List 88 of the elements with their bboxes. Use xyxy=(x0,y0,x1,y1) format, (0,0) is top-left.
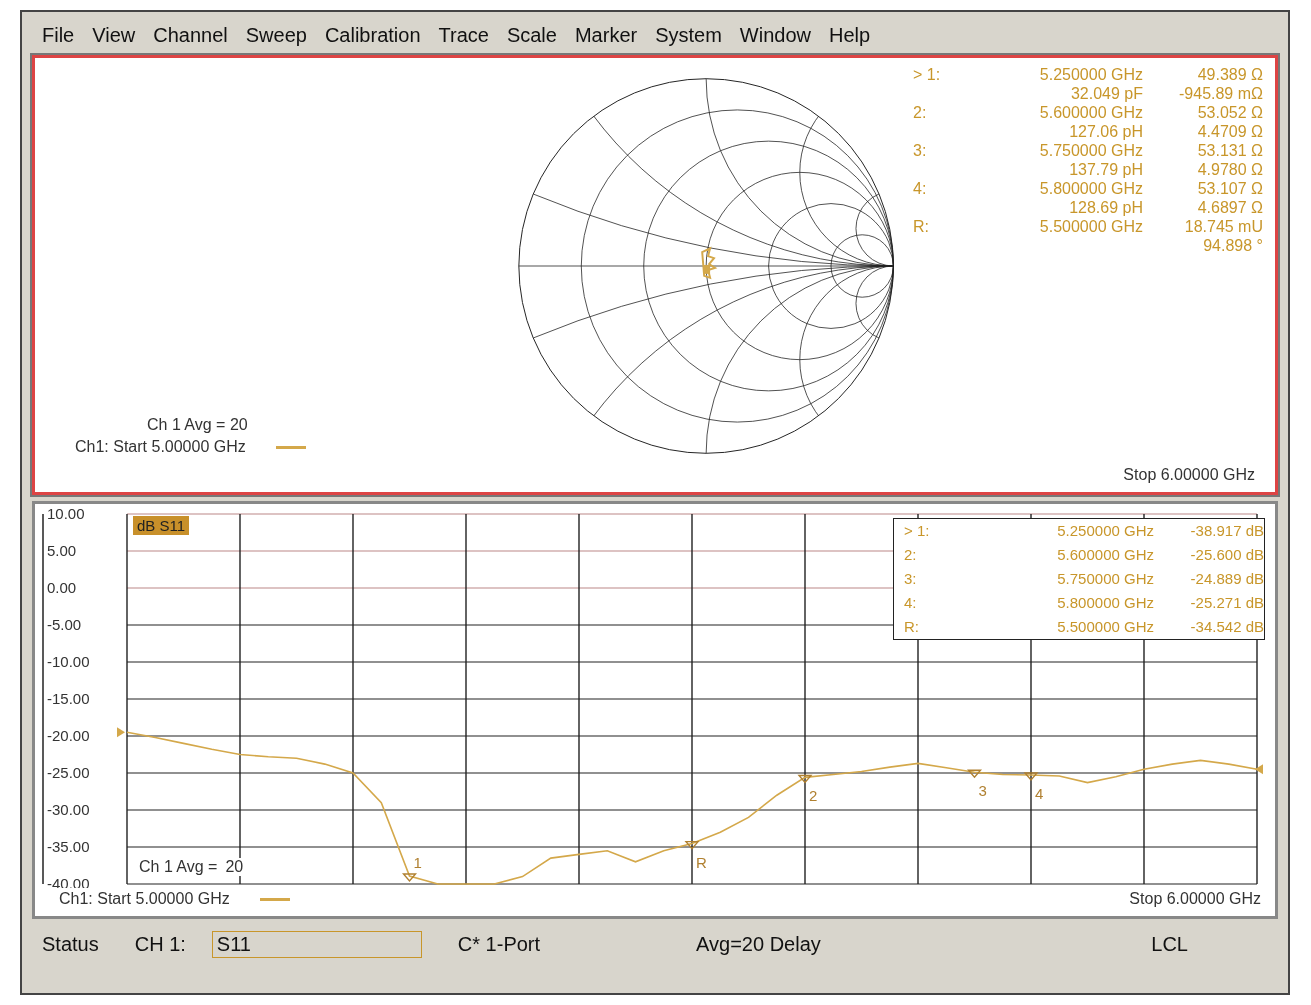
start-frequency: Ch1: Start 5.00000 GHz xyxy=(75,438,246,456)
trace-legend-line xyxy=(259,897,290,901)
marker-value: -945.89 mΩ xyxy=(1178,85,1263,103)
calibration-status: C* 1-Port xyxy=(457,933,541,956)
marker-value: 4.6897 Ω xyxy=(1196,199,1263,217)
marker-frequency: 5.750000 GHz xyxy=(1056,569,1154,589)
marker-reactance: 137.79 pH xyxy=(1068,161,1143,179)
trace-marker-cluster xyxy=(700,246,718,280)
axis-tick-label: -5.00 xyxy=(47,616,82,633)
marker-value: 53.107 Ω xyxy=(1196,180,1263,198)
marker-value: -25.600 dB xyxy=(1189,545,1264,565)
marker-frequency: 5.600000 GHz xyxy=(1038,104,1143,122)
marker-value: 94.898 ° xyxy=(1202,237,1263,255)
point xyxy=(685,840,699,850)
status-label: Status xyxy=(42,933,99,956)
smith-chart-window[interactable] xyxy=(32,55,1278,495)
control-mode: LCL xyxy=(1151,933,1188,956)
channel-label: CH 1: xyxy=(134,933,186,956)
marker-frequency: 5.750000 GHz xyxy=(1038,142,1143,160)
marker-label: 2: xyxy=(912,104,928,122)
marker-value: -38.917 dB xyxy=(1189,521,1264,541)
marker-frequency: 5.800000 GHz xyxy=(1038,180,1143,198)
marker-label: 4: xyxy=(912,180,928,198)
marker-frequency: 5.600000 GHz xyxy=(1056,545,1154,565)
marker-frequency: 5.500000 GHz xyxy=(1056,617,1154,637)
annotation: R xyxy=(696,853,707,871)
reference-arrow-icon xyxy=(1255,764,1263,775)
marker-frequency: 5.800000 GHz xyxy=(1056,593,1154,613)
marker-label: 3: xyxy=(912,142,928,160)
marker-label: > 1: xyxy=(912,66,942,84)
marker-frequency: 5.250000 GHz xyxy=(1056,521,1154,541)
marker-value: -24.889 dB xyxy=(1189,569,1264,589)
marker-label: R: xyxy=(903,617,920,637)
menu-item[interactable]: Calibration xyxy=(318,22,427,49)
menu-item[interactable]: View xyxy=(86,22,142,49)
axis-tick-label: 10.00 xyxy=(47,506,85,522)
average-label: Ch 1 Avg = 20 xyxy=(146,416,249,434)
axis-tick-label: 5.00 xyxy=(47,542,77,559)
marker-reactance: 128.69 pH xyxy=(1068,199,1143,217)
annotation: 1 xyxy=(413,853,422,871)
average-value: 20 xyxy=(225,858,244,876)
menu-item[interactable]: Sweep xyxy=(239,22,313,49)
axis-tick-label: -35.00 xyxy=(47,838,90,855)
log-chart-window[interactable] xyxy=(32,501,1278,919)
marker-reactance: 127.06 pH xyxy=(1068,123,1143,141)
axis-tick-label: -30.00 xyxy=(47,801,90,818)
menu-item[interactable]: Channel xyxy=(147,22,234,49)
reference-arrow-icon xyxy=(117,727,125,738)
start-frequency: Ch1: Start 5.00000 GHz xyxy=(59,890,230,908)
axis-tick-label: -15.00 xyxy=(47,690,90,707)
menu-item[interactable]: System xyxy=(649,22,728,49)
marker-label: 2: xyxy=(903,545,918,565)
marker-label: 3: xyxy=(903,569,918,589)
annotation: 2 xyxy=(809,787,818,805)
marker-label: R: xyxy=(912,218,930,236)
marker-reactance: 32.049 pF xyxy=(1069,85,1143,103)
marker-label: 4: xyxy=(903,593,918,613)
average-label: Ch 1 Avg = xyxy=(139,858,218,876)
axis-tick-label: 0.00 xyxy=(47,579,77,596)
menu-item[interactable]: Marker xyxy=(568,22,644,49)
marker-value: 18.745 mU xyxy=(1183,218,1263,236)
marker-value: 4.9780 Ω xyxy=(1196,161,1263,179)
stop-frequency: Stop 6.00000 GHz xyxy=(1123,466,1255,484)
marker-value: 49.389 Ω xyxy=(1196,66,1263,84)
menu-item[interactable]: File xyxy=(36,22,81,49)
marker-value: -25.271 dB xyxy=(1189,593,1264,613)
marker-frequency: 5.250000 GHz xyxy=(1038,66,1143,84)
point xyxy=(798,774,812,784)
menu-item[interactable]: Trace xyxy=(432,22,495,49)
annotation: 3 xyxy=(978,782,987,800)
menu-item[interactable]: Scale xyxy=(500,22,563,49)
marker-value: 53.052 Ω xyxy=(1196,104,1263,122)
axis-tick-label: -25.00 xyxy=(47,764,90,781)
marker-value: 4.4709 Ω xyxy=(1196,123,1263,141)
marker-value: -34.542 dB xyxy=(1189,617,1264,637)
menu-item[interactable]: Window xyxy=(733,22,817,49)
parameter-field[interactable]: S11 xyxy=(211,931,422,958)
measurement-info: Avg=20 Delay xyxy=(696,933,821,956)
trace-legend-line xyxy=(275,445,306,449)
axis-tick-label: -10.00 xyxy=(47,653,90,670)
trace-tag[interactable]: dB S11 xyxy=(133,516,190,535)
marker-label: > 1: xyxy=(903,521,931,541)
stop-frequency: Stop 6.00000 GHz xyxy=(1129,890,1261,908)
menu-item[interactable]: Help xyxy=(823,22,877,49)
annotation: 4 xyxy=(1035,785,1044,803)
marker-frequency: 5.500000 GHz xyxy=(1038,218,1143,236)
axis-tick-label: -20.00 xyxy=(47,727,90,744)
marker-value: 53.131 Ω xyxy=(1196,142,1263,160)
